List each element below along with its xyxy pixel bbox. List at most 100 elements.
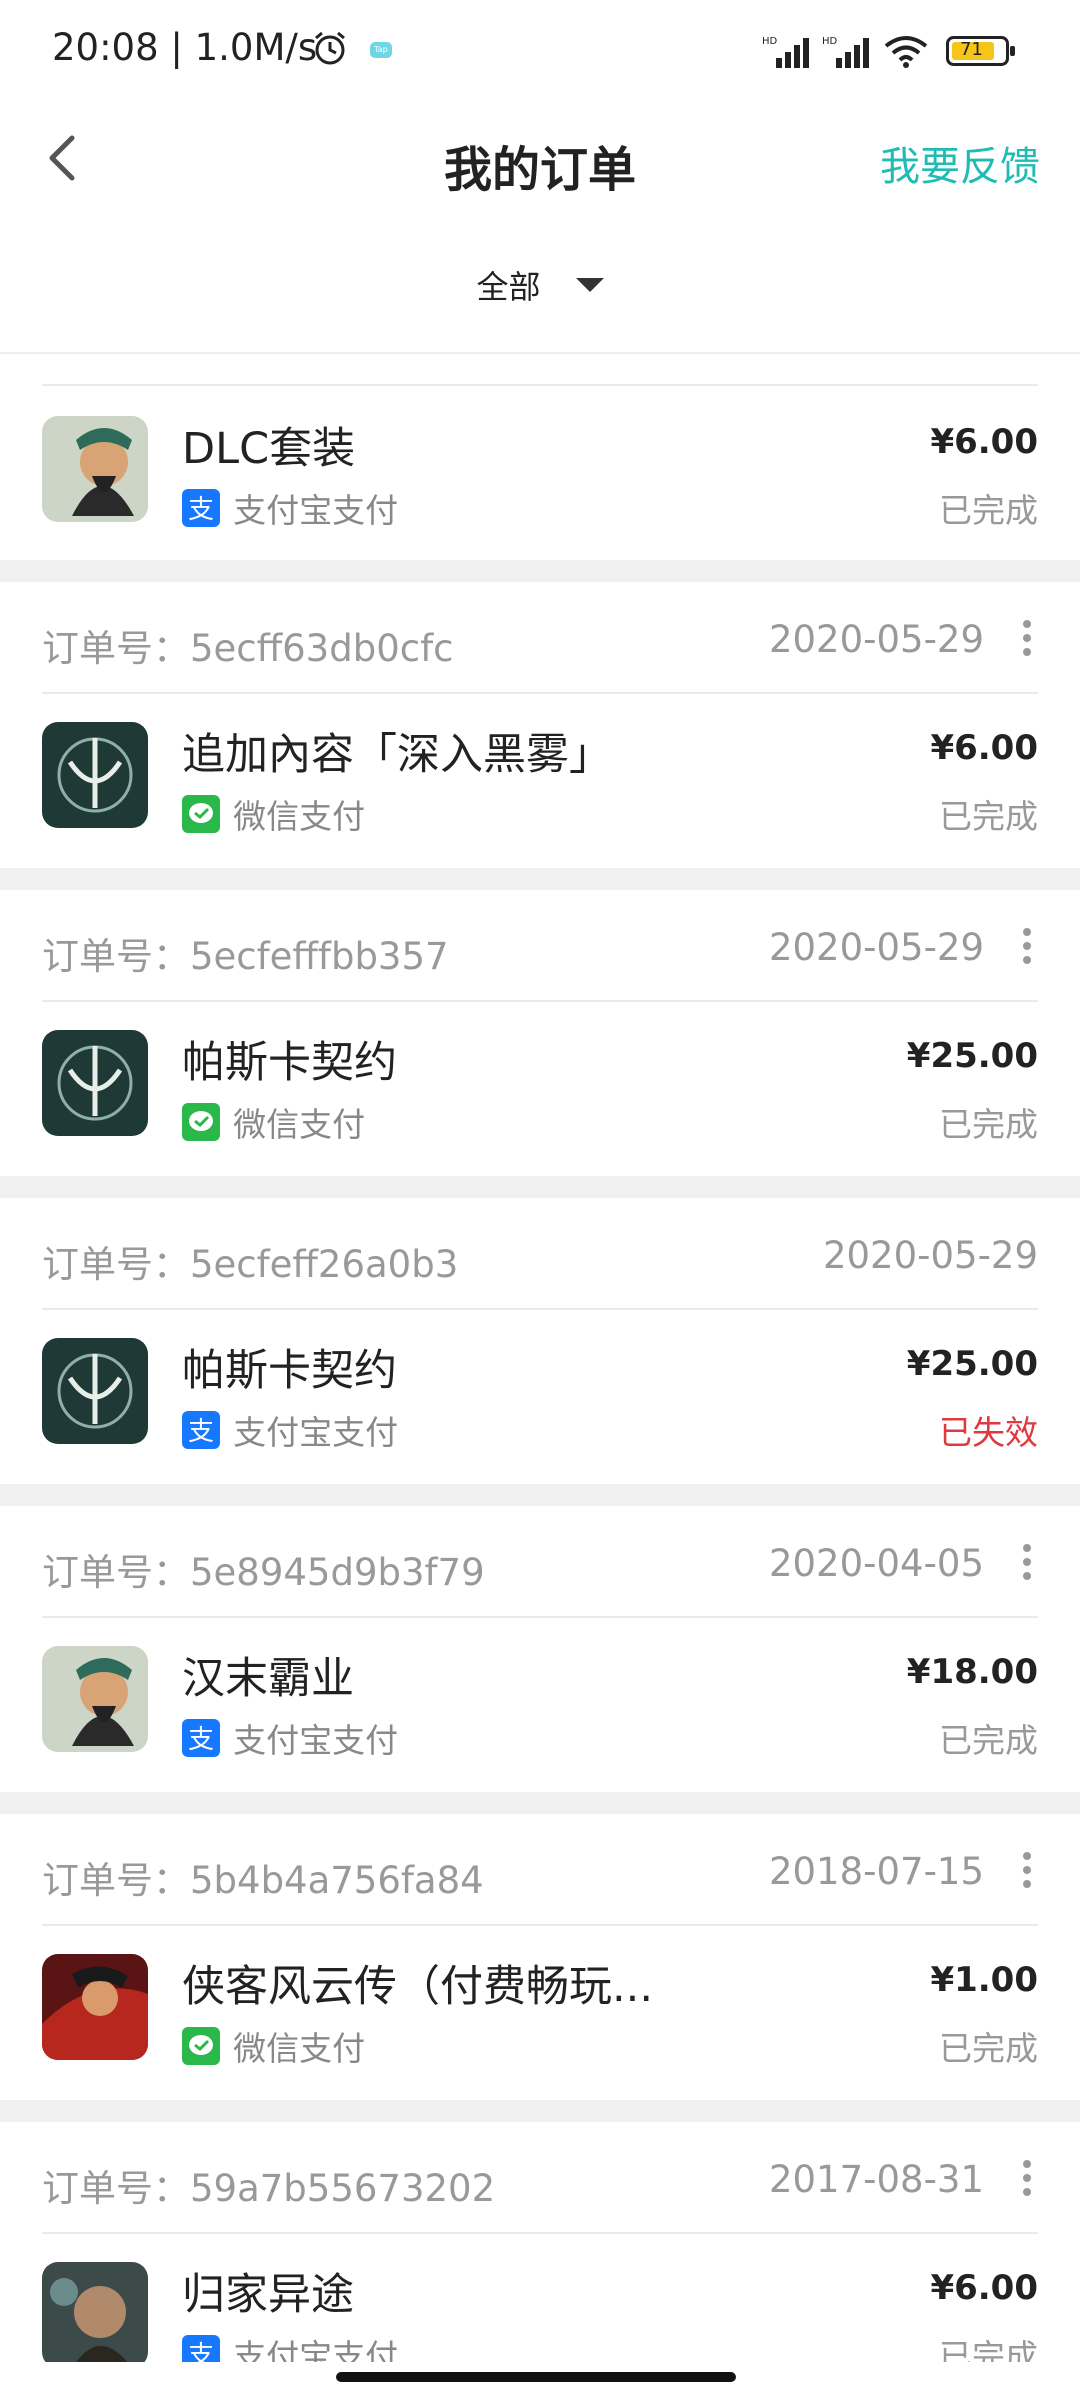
svg-text:HD: HD	[762, 36, 778, 47]
order-number: 订单号：5ecff63db0cfc	[42, 627, 454, 670]
order-card[interactable]: 订单号：5e8945d9b3f79 2020-04-05 汉末霸业 支 支付宝支…	[0, 1506, 1080, 1792]
wifi-icon	[884, 36, 928, 68]
game-thumbnail-xiake	[42, 1954, 148, 2060]
order-status: 已完成	[939, 797, 1038, 836]
alipay-icon: 支	[182, 1719, 220, 1757]
battery-level: 71	[960, 39, 983, 60]
product-name: 归家异途	[182, 2270, 354, 2320]
header: 我的订单 我要反馈	[0, 104, 1080, 208]
order-status: 已完成	[939, 1721, 1038, 1760]
product-name: DLC套装	[182, 424, 356, 474]
svg-text:支: 支	[188, 1725, 214, 1755]
product-name: 帕斯卡契约	[182, 1038, 397, 1088]
payment-label: 支付宝支付	[233, 1721, 399, 1760]
order-card[interactable]: 订单号：5ecff63db0cfc 2020-05-29 追加內容「深入黑雾」 …	[0, 582, 1080, 868]
order-date: 2020-05-29	[822, 1234, 1038, 1277]
product-name: 追加內容「深入黑雾」	[182, 730, 612, 780]
order-date: 2017-08-31	[768, 2158, 984, 2201]
card-gap	[0, 868, 1080, 890]
signal-icon: HD	[762, 36, 809, 68]
tap-app-icon: Tap	[370, 42, 392, 58]
order-status: 已完成	[939, 491, 1038, 530]
order-card[interactable]: 订单号：5ecfeff26a0b3 2020-05-29 帕斯卡契约 支 支付宝…	[0, 1198, 1080, 1484]
game-thumbnail-guijia	[42, 2262, 148, 2362]
payment-method: 微信支付	[182, 790, 365, 836]
alipay-icon: 支	[182, 489, 220, 527]
order-list: DLC套装 支 支付宝支付 ¥6.00 已完成 订单号：5ecff63db0cf…	[0, 354, 1080, 2362]
more-vertical-icon[interactable]	[1022, 620, 1032, 656]
svg-text:HD: HD	[822, 36, 838, 47]
order-number: 订单号：5e8945d9b3f79	[42, 1551, 485, 1594]
product-name: 帕斯卡契约	[182, 1346, 397, 1396]
order-status: 已完成	[939, 1105, 1038, 1144]
home-indicator[interactable]	[336, 2372, 736, 2382]
card-gap	[0, 2100, 1080, 2122]
game-thumbnail-hanmo	[42, 416, 148, 522]
alipay-icon: 支	[182, 2335, 220, 2362]
payment-label: 微信支付	[233, 2029, 366, 2068]
payment-label: 支付宝支付	[233, 1413, 399, 1452]
feedback-button[interactable]: 我要反馈	[880, 134, 1040, 192]
order-date: 2018-07-15	[768, 1850, 984, 1893]
order-number: 订单号：5ecfefffbb357	[42, 935, 449, 978]
order-date: 2020-05-29	[768, 618, 984, 661]
more-vertical-icon[interactable]	[1022, 928, 1032, 964]
alarm-icon	[315, 31, 345, 65]
order-status: 已完成	[939, 2337, 1038, 2362]
order-card[interactable]: 订单号：59a7b55673202 2017-08-31 归家异途 支 支付宝支…	[0, 2122, 1080, 2362]
product-name: 汉末霸业	[182, 1654, 354, 1704]
payment-method: 支 支付宝支付	[182, 1406, 398, 1452]
card-gap	[0, 560, 1080, 582]
order-card[interactable]: DLC套装 支 支付宝支付 ¥6.00 已完成	[0, 354, 1080, 560]
battery-icon: 71	[946, 36, 1016, 66]
order-status-failed: 已失效	[939, 1413, 1038, 1452]
order-date: 2020-05-29	[768, 926, 984, 969]
payment-method: 微信支付	[182, 2022, 365, 2068]
order-price: ¥18.00	[906, 1652, 1038, 1692]
card-gap	[0, 1176, 1080, 1198]
order-price: ¥6.00	[930, 2268, 1038, 2308]
svg-text:支: 支	[188, 2341, 214, 2362]
payment-method: 支 支付宝支付	[182, 484, 398, 530]
caret-down-icon	[575, 278, 604, 292]
card-gap	[0, 1484, 1080, 1506]
wechat-pay-icon	[182, 795, 220, 833]
svg-text:支: 支	[188, 1417, 214, 1447]
order-price: ¥25.00	[906, 1036, 1038, 1076]
wechat-pay-icon	[182, 2027, 220, 2065]
svg-text:支: 支	[188, 495, 214, 525]
more-vertical-icon[interactable]	[1022, 1544, 1032, 1580]
order-number: 订单号：5b4b4a756fa84	[42, 1859, 484, 1902]
signal-icon-2: HD	[822, 36, 869, 68]
payment-method: 支 支付宝支付	[182, 1714, 398, 1760]
order-date: 2020-04-05	[768, 1542, 984, 1585]
order-price: ¥6.00	[930, 728, 1038, 768]
filter-label: 全部	[476, 268, 541, 306]
order-price: ¥6.00	[930, 422, 1038, 462]
payment-label: 支付宝支付	[233, 491, 399, 530]
filter-dropdown[interactable]: 全部	[0, 262, 1080, 322]
wechat-pay-icon	[182, 1103, 220, 1141]
payment-method: 支 支付宝支付	[182, 2330, 398, 2362]
payment-label: 支付宝支付	[233, 2337, 399, 2362]
more-vertical-icon[interactable]	[1022, 1852, 1032, 1888]
order-number: 订单号：59a7b55673202	[42, 2167, 496, 2210]
payment-label: 微信支付	[233, 1105, 366, 1144]
alipay-icon: 支	[182, 1411, 220, 1449]
order-card[interactable]: 订单号：5ecfefffbb357 2020-05-29 帕斯卡契约 微信支付 …	[0, 890, 1080, 1176]
order-price: ¥1.00	[930, 1960, 1038, 2000]
order-price: ¥25.00	[906, 1344, 1038, 1384]
game-thumbnail-hanmo	[42, 1646, 148, 1752]
order-card[interactable]: 订单号：5b4b4a756fa84 2018-07-15 侠客风云传（付费畅玩.…	[0, 1814, 1080, 2100]
game-thumbnail-emblem	[42, 1030, 148, 1136]
payment-method: 微信支付	[182, 1098, 365, 1144]
more-vertical-icon[interactable]	[1022, 2160, 1032, 2196]
game-thumbnail-emblem	[42, 1338, 148, 1444]
order-number: 订单号：5ecfeff26a0b3	[42, 1243, 459, 1286]
status-time: 20:08 | 1.0M/s	[52, 26, 318, 69]
payment-label: 微信支付	[233, 797, 366, 836]
product-name: 侠客风云传（付费畅玩...	[182, 1962, 654, 2012]
order-status: 已完成	[939, 2029, 1038, 2068]
game-thumbnail-emblem	[42, 722, 148, 828]
card-gap	[0, 1792, 1080, 1814]
